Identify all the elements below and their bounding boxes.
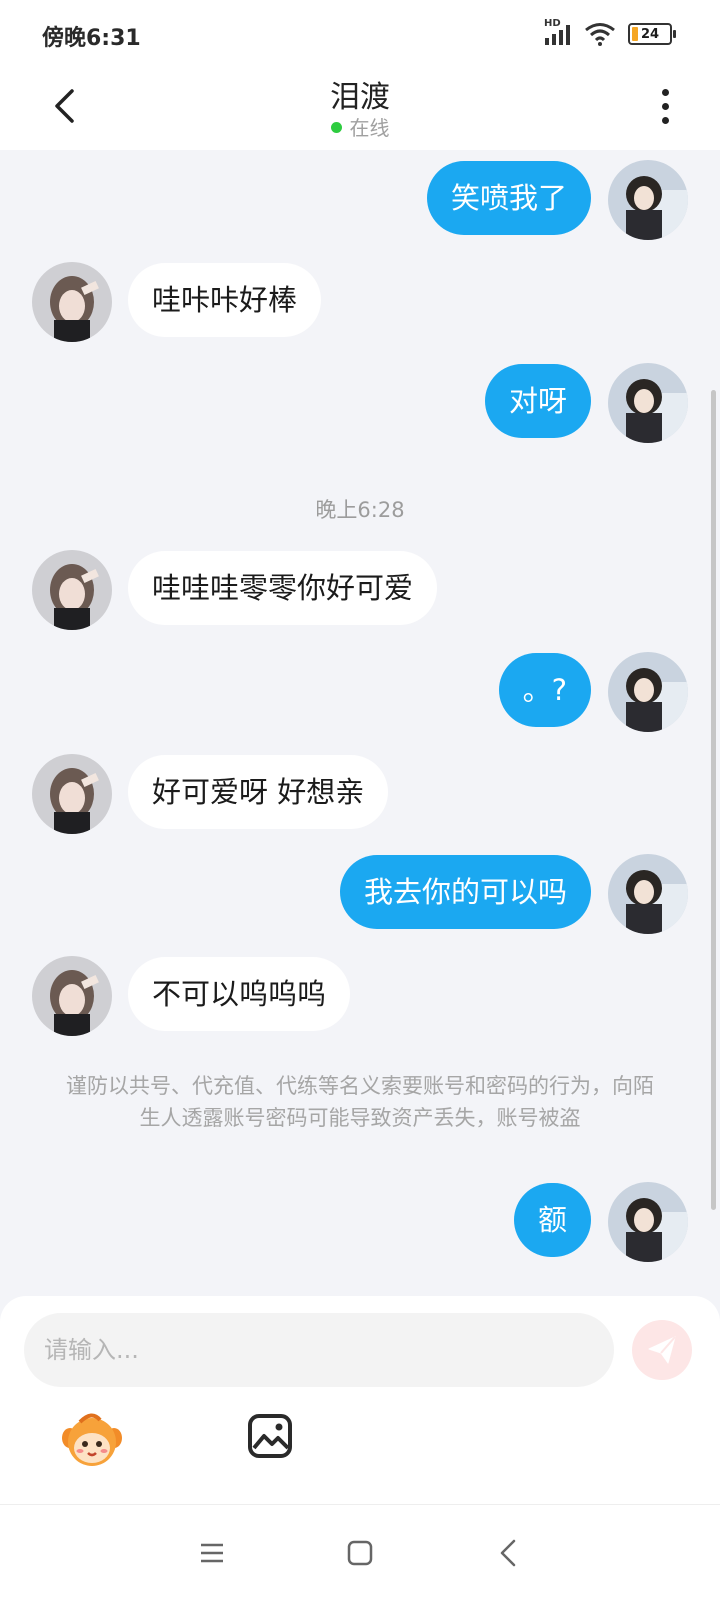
home-icon xyxy=(347,1540,373,1566)
online-status: 在线 xyxy=(0,112,720,141)
emoji-icon xyxy=(62,1413,122,1466)
more-vertical-icon xyxy=(661,88,669,96)
contact-avatar[interactable] xyxy=(32,754,112,834)
send-icon xyxy=(648,1336,676,1364)
message-row: 哇哇哇零零你好可爱 xyxy=(0,550,720,630)
message-row: 额 xyxy=(0,1182,720,1262)
message-row: 对呀 xyxy=(0,363,720,443)
outgoing-message[interactable]: 我去你的可以吗 xyxy=(339,855,591,929)
message-row: 。? xyxy=(0,652,720,732)
more-options-button[interactable] xyxy=(650,84,680,128)
outgoing-message[interactable]: 对呀 xyxy=(484,364,591,438)
wifi-icon xyxy=(584,22,616,46)
safety-notice: 谨防以共号、代充值、代练等名义索要账号和密码的行为，向陌生人透露账号密码可能导致… xyxy=(66,1074,654,1130)
message-timestamp: 晚上6:28 xyxy=(315,498,405,522)
composer xyxy=(0,1296,720,1504)
contact-avatar[interactable] xyxy=(32,956,112,1036)
message-row: 不可以呜呜呜 xyxy=(0,956,720,1036)
contact-name: 泪渡 xyxy=(330,80,390,115)
incoming-message[interactable]: 哇哇哇零零你好可爱 xyxy=(128,551,438,625)
send-button[interactable] xyxy=(632,1320,692,1380)
incoming-message[interactable]: 哇咔咔好棒 xyxy=(128,263,322,337)
status-time: 傍晚6:31 xyxy=(42,26,141,51)
incoming-message[interactable]: 好可爱呀 好想亲 xyxy=(128,755,389,829)
image-button[interactable] xyxy=(246,1412,294,1460)
menu-icon xyxy=(201,1543,223,1563)
outgoing-message[interactable]: 。? xyxy=(498,653,591,727)
message-row: 哇咔咔好棒 xyxy=(0,262,720,342)
status-icons: HD 24 xyxy=(544,18,676,48)
network-label: HD xyxy=(544,18,561,29)
home-button[interactable] xyxy=(340,1533,380,1573)
online-dot-icon xyxy=(330,122,342,133)
incoming-message[interactable]: 不可以呜呜呜 xyxy=(128,957,351,1031)
my-avatar[interactable] xyxy=(608,160,688,240)
my-avatar[interactable] xyxy=(608,1182,688,1262)
online-status-label: 在线 xyxy=(349,116,390,140)
system-back-button[interactable] xyxy=(488,1533,528,1573)
contact-avatar[interactable] xyxy=(32,262,112,342)
outgoing-message[interactable]: 额 xyxy=(513,1183,591,1257)
message-row: 我去你的可以吗 xyxy=(0,854,720,934)
my-avatar[interactable] xyxy=(608,652,688,732)
system-nav-bar xyxy=(0,1504,720,1601)
signal-icon: HD xyxy=(544,18,572,46)
emoji-button[interactable] xyxy=(60,1408,124,1472)
battery-icon: 24 xyxy=(628,23,676,45)
contact-avatar[interactable] xyxy=(32,550,112,630)
chat-header: 泪渡 在线 xyxy=(0,64,720,150)
recent-apps-button[interactable] xyxy=(192,1533,232,1573)
message-input[interactable] xyxy=(24,1313,614,1387)
outgoing-message[interactable]: 笑喷我了 xyxy=(426,161,591,235)
back-icon xyxy=(500,1539,516,1567)
my-avatar[interactable] xyxy=(608,363,688,443)
status-bar: 傍晚6:31 HD 24 xyxy=(0,0,720,64)
my-avatar[interactable] xyxy=(608,854,688,934)
chat-area[interactable]: 笑喷我了 哇咔咔好棒 对呀 晚上6:28 哇哇哇零零你好可爱 。? 好可爱呀 好… xyxy=(0,150,720,1296)
message-row: 笑喷我了 xyxy=(0,160,720,240)
image-icon xyxy=(248,1414,292,1458)
message-row: 好可爱呀 好想亲 xyxy=(0,754,720,834)
battery-level: 24 xyxy=(640,26,660,42)
